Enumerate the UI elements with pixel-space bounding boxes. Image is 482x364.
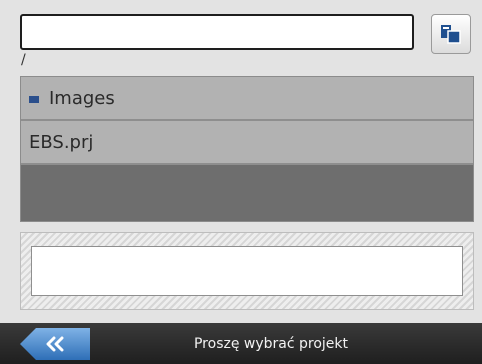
double-chevron-left-icon (46, 336, 64, 352)
project-name-input[interactable] (31, 246, 463, 296)
status-message: Proszę wybrać projekt (193, 335, 349, 352)
list-item-images-folder[interactable]: Images (21, 77, 473, 121)
project-name-panel (20, 232, 474, 310)
file-list[interactable]: Images EBS.prj (20, 76, 474, 222)
folder-icon (29, 95, 39, 103)
list-item-ebs-prj[interactable]: EBS.prj (21, 121, 473, 165)
current-path: / (21, 52, 26, 68)
bottom-bar: Proszę wybrać projekt (0, 323, 482, 364)
file-open-screen: / Images EBS.prj Proszę wybrać projekt (0, 0, 482, 364)
back-button[interactable] (20, 328, 90, 360)
list-item-label: Images (49, 87, 115, 109)
paste-button[interactable] (431, 14, 471, 54)
paste-icon (441, 25, 461, 44)
path-input[interactable] (20, 14, 414, 50)
list-item-label: EBS.prj (29, 131, 94, 153)
